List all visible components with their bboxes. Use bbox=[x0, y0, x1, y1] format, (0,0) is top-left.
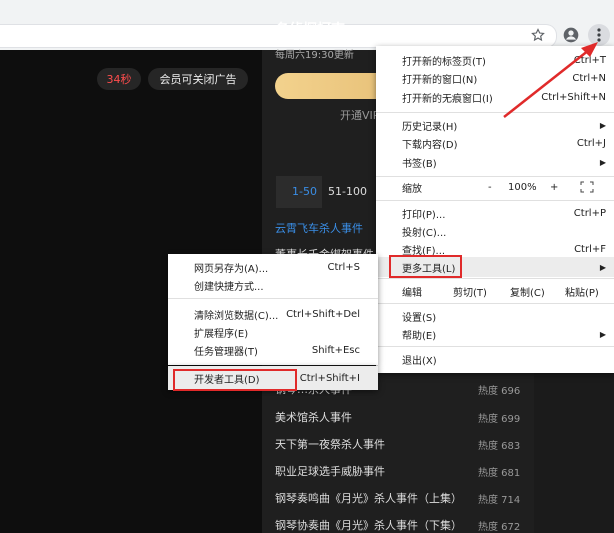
annotation-arrow bbox=[503, 42, 598, 118]
